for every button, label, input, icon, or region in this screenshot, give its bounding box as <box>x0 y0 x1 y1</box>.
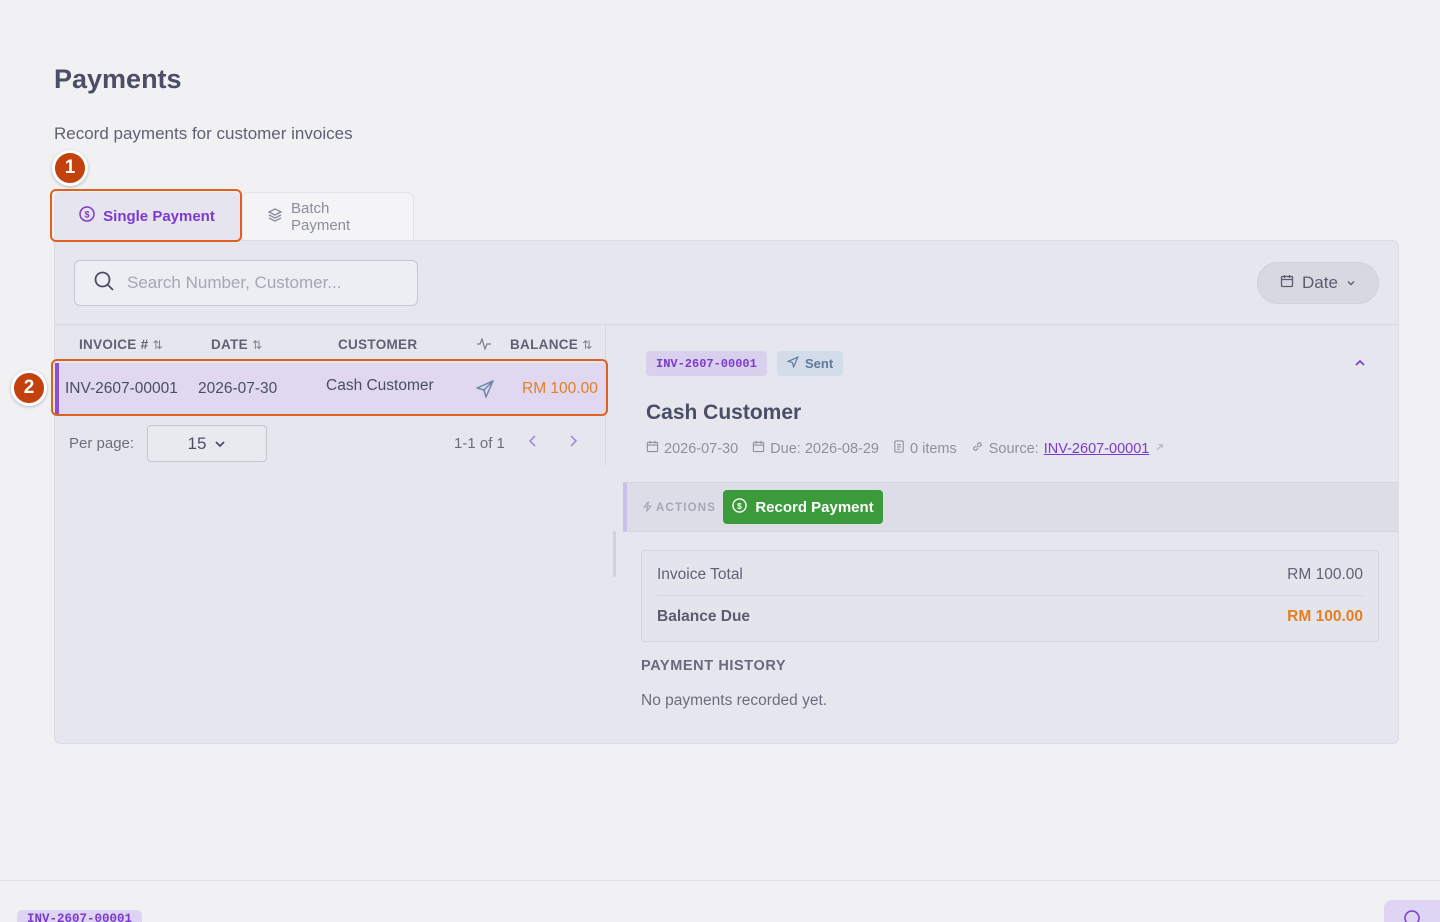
meta-source: Source: INV-2607-00001 <box>971 440 1166 457</box>
payment-history-empty: No payments recorded yet. <box>641 692 828 709</box>
row-customer: Cash Customer <box>326 377 434 394</box>
calendar-icon <box>752 440 765 457</box>
per-page-select[interactable]: 15 <box>147 425 267 462</box>
svg-text:$: $ <box>737 500 742 510</box>
status-label: Sent <box>805 356 834 371</box>
dollar-circle-icon: $ <box>79 206 95 226</box>
tab-single-payment[interactable]: $ Single Payment <box>54 192 240 240</box>
header-date[interactable]: DATE ⇅ <box>211 337 262 352</box>
actions-label: ACTIONS <box>642 501 716 515</box>
balance-due-label: Balance Due <box>657 608 751 625</box>
external-link-icon[interactable] <box>1154 441 1165 457</box>
invoice-detail: INV-2607-00001 Sent Cash Customer 2026-0… <box>606 325 1398 743</box>
invoice-list: INVOICE # ⇅ DATE ⇅ CUSTOMER BALANCE ⇅ INV-2… <box>55 325 605 743</box>
tab-single-payment-label: Single Payment <box>103 207 215 225</box>
payment-history-title: PAYMENT HISTORY <box>641 658 787 674</box>
send-icon <box>786 356 799 371</box>
per-page-label: Per page: <box>69 435 135 452</box>
pagination: Per page: 15 1-1 of 1 <box>55 425 605 465</box>
send-icon <box>475 379 495 404</box>
dollar-circle-icon <box>1404 910 1420 922</box>
page-title: Payments <box>54 64 182 94</box>
link-icon <box>971 440 984 457</box>
header-invoice[interactable]: INVOICE # ⇅ <box>79 337 163 352</box>
footer-divider <box>0 880 1440 881</box>
tab-batch-payment[interactable]: Batch Payment <box>242 192 414 240</box>
page-subtitle: Record payments for customer invoices <box>54 124 353 143</box>
meta-date: 2026-07-30 <box>646 440 738 457</box>
footer-invoice-badge[interactable]: INV-2607-00001 <box>17 910 143 922</box>
actions-bar: ACTIONS $ Record Payment <box>623 482 1398 532</box>
meta-due: Due: 2026-08-29 <box>752 440 879 457</box>
invoice-number-badge: INV-2607-00001 <box>646 351 767 376</box>
invoice-meta: 2026-07-30 Due: 2026-08-29 0 items Sourc… <box>646 440 1165 457</box>
dollar-circle-icon: $ <box>732 497 748 517</box>
sort-icon: ⇅ <box>582 337 593 352</box>
table-header: INVOICE # ⇅ DATE ⇅ CUSTOMER BALANCE ⇅ <box>55 325 605 361</box>
chevron-up-icon[interactable] <box>1354 355 1366 373</box>
chevron-down-icon <box>1346 273 1356 293</box>
invoice-total-value: RM 100.00 <box>1287 565 1363 583</box>
payments-panel: Date INVOICE #⇅ DATE⇅ CUSTOMER BALANCE⇅ … <box>54 240 1399 744</box>
balance-due-row: Balance Due RM 100.00 <box>657 596 1363 638</box>
balance-due-value: RM 100.00 <box>1287 608 1363 625</box>
search-input[interactable] <box>127 273 397 293</box>
annotation-marker-1: 1 <box>52 150 88 186</box>
calendar-icon <box>1280 273 1294 293</box>
meta-items: 0 items <box>893 440 957 457</box>
layers-icon <box>267 207 283 227</box>
sort-icon: ⇅ <box>152 337 163 352</box>
search-icon <box>93 270 115 297</box>
invoice-total-label: Invoice Total <box>657 565 743 583</box>
header-balance[interactable]: BALANCE ⇅ <box>510 337 592 352</box>
header-customer: CUSTOMER <box>338 337 418 352</box>
svg-text:$: $ <box>85 210 90 220</box>
calendar-icon <box>646 440 659 457</box>
record-payment-button[interactable]: $ Record Payment <box>723 490 883 524</box>
per-page-value: 15 <box>187 433 207 453</box>
row-invoice: INV-2607-00001 <box>65 380 178 397</box>
row-date: 2026-07-30 <box>198 380 278 397</box>
lightning-icon <box>642 501 653 515</box>
record-payment-label: Record Payment <box>755 498 874 516</box>
invoice-summary: Invoice Total RM 100.00 Balance Due RM 1… <box>641 550 1379 642</box>
footer-action-button[interactable] <box>1384 900 1440 922</box>
chevron-down-icon <box>214 434 226 454</box>
search-box[interactable] <box>74 260 418 306</box>
sort-icon: ⇅ <box>251 337 263 352</box>
document-icon <box>893 440 905 457</box>
activity-icon <box>476 338 492 350</box>
status-badge: Sent <box>777 351 844 376</box>
date-filter-label: Date <box>1302 273 1338 292</box>
pagination-range: 1-1 of 1 <box>454 435 505 452</box>
chevron-left-icon[interactable] <box>526 433 540 453</box>
chevron-right-icon[interactable] <box>566 433 580 453</box>
source-link[interactable]: INV-2607-00001 <box>1044 441 1150 457</box>
date-filter-button[interactable]: Date <box>1257 262 1379 304</box>
invoice-total-row: Invoice Total RM 100.00 <box>657 554 1363 596</box>
annotation-marker-2: 2 <box>11 370 47 406</box>
table-row[interactable]: INV-2607-00001 2026-07-30 Cash Customer … <box>55 363 605 415</box>
row-balance: RM 100.00 <box>522 380 598 397</box>
customer-name: Cash Customer <box>646 401 802 424</box>
tab-batch-payment-label: Batch Payment <box>291 199 351 234</box>
